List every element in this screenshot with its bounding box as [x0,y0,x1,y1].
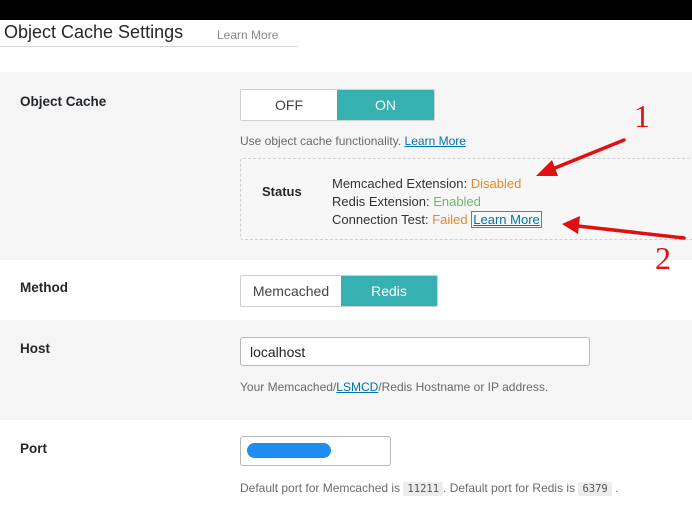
redis-default-port: 6379 [578,482,612,496]
annotation-marker-1: 1 [634,98,650,134]
port-desc-part1: Default port for Memcached is [240,481,401,495]
redacted-port-value [247,443,331,458]
page-title: Object Cache Settings [4,22,184,42]
lsmcd-link[interactable]: LSMCD [336,380,378,394]
host-input[interactable] [240,337,590,366]
host-desc-suffix: /Redis Hostname or IP address. [378,380,549,394]
port-description: Default port for Memcached is 11211. Def… [240,481,619,496]
redis-extension-label: Redis Extension: [332,194,430,209]
status-lines: Memcached Extension: Disabled Redis Exte… [332,175,542,229]
connection-test-line: Connection Test: Failed Learn More [332,211,542,229]
port-input[interactable] [240,436,391,466]
page-header: Object Cache Settings Learn More [0,20,298,47]
object-cache-off-option[interactable]: OFF [241,90,337,120]
memcached-extension-value: Disabled [470,176,522,191]
object-cache-on-option[interactable]: ON [337,90,434,120]
connection-test-label: Connection Test: [332,212,429,227]
method-memcached-option[interactable]: Memcached [241,276,341,306]
redis-extension-line: Redis Extension: Enabled [332,193,542,211]
port-label: Port [20,441,47,456]
memcached-extension-label: Memcached Extension: [332,176,468,191]
object-cache-label: Object Cache [20,94,107,109]
host-row: Host [0,320,692,420]
top-black-bar [0,0,692,20]
object-cache-description: Use object cache functionality. Learn Mo… [240,134,466,148]
object-cache-toggle: OFF ON [240,89,435,121]
annotation-marker-2: 2 [655,240,671,276]
port-desc-part2: . Default port for Redis is [443,481,576,495]
port-desc-part3: . [615,481,619,495]
method-label: Method [20,280,68,295]
host-desc-prefix: Your Memcached/ [240,380,337,394]
host-description: Your Memcached/LSMCD/Redis Hostname or I… [240,380,548,394]
header-learn-more-link[interactable]: Learn More [217,28,278,42]
method-redis-option[interactable]: Redis [340,276,437,306]
host-label: Host [20,341,50,356]
object-cache-learn-more-link[interactable]: Learn More [405,134,466,148]
method-toggle: Memcached Redis [240,275,438,307]
connection-test-value: Failed [432,212,468,227]
object-cache-desc-text: Use object cache functionality. [240,134,402,148]
status-panel: Status Memcached Extension: Disabled Red… [240,158,692,240]
memcached-extension-line: Memcached Extension: Disabled [332,175,542,193]
memcached-default-port: 11211 [403,482,444,496]
redis-extension-value: Enabled [433,194,481,209]
connection-test-learn-more-link[interactable]: Learn More [471,211,542,228]
status-label: Status [262,184,302,199]
